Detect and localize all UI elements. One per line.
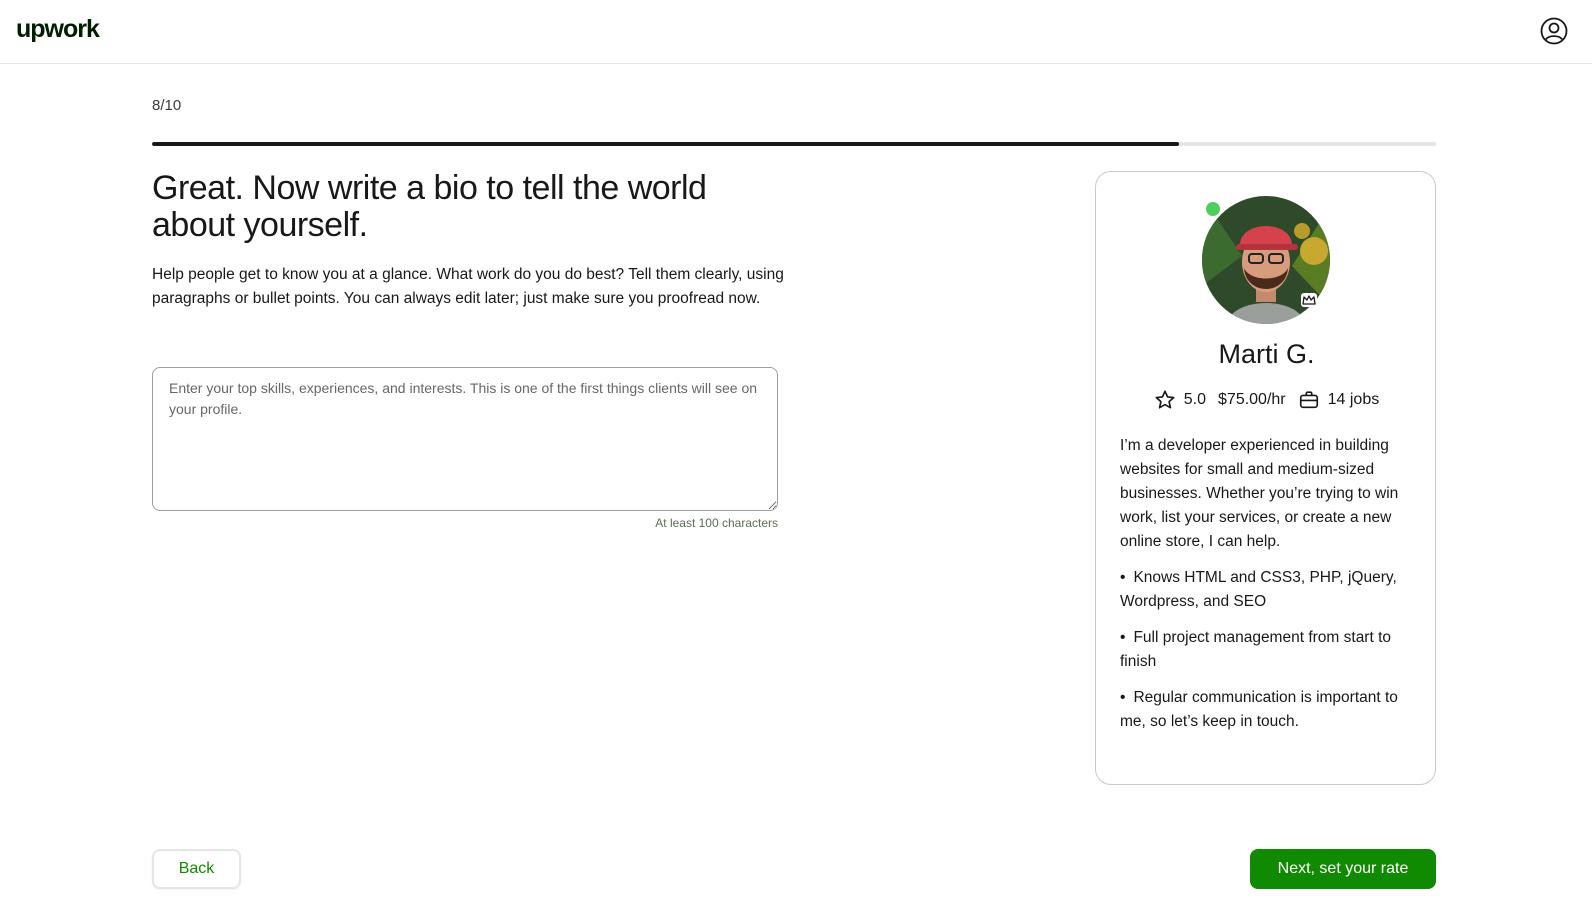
star-icon — [1155, 390, 1175, 409]
list-item: Full project management from start to fi… — [1120, 626, 1420, 674]
user-circle-icon[interactable] — [1540, 17, 1568, 45]
next-set-rate-button[interactable]: Next, set your rate — [1250, 849, 1436, 889]
profile-name: Marti G. — [1218, 339, 1315, 369]
progress-bar-fill — [152, 142, 1180, 146]
example-profile-card: Marti G. 5.0 $75.00/hr 14 jobs I’m a dev… — [1095, 171, 1436, 785]
list-item: Regular communication is important to me… — [1120, 686, 1420, 734]
top-bar: upwork — [0, 0, 1592, 64]
profile-jobs: 14 jobs — [1327, 391, 1380, 408]
crown-badge-icon — [1301, 293, 1317, 307]
profile-bio-list: Knows HTML and CSS3, PHP, jQuery, Wordpr… — [1120, 566, 1420, 734]
profile-rating: 5.0 — [1183, 391, 1207, 408]
character-hint: At least 100 characters — [655, 516, 778, 530]
briefcase-icon — [1299, 391, 1318, 409]
profile-bio: I’m a developer experienced in building … — [1120, 434, 1420, 746]
page-description: Help people get to know you at a glance.… — [152, 266, 784, 307]
page-title: Great. Now write a bio to tell the world… — [152, 169, 707, 244]
profile-rate: $75.00/hr — [1218, 391, 1286, 408]
list-item: Knows HTML and CSS3, PHP, jQuery, Wordpr… — [1120, 566, 1420, 614]
upwork-logo[interactable]: upwork — [16, 15, 100, 44]
back-button[interactable]: Back — [152, 849, 241, 889]
bio-textarea[interactable] — [152, 367, 778, 511]
progress-bar — [152, 142, 1436, 146]
profile-bio-intro: I’m a developer experienced in building … — [1120, 437, 1399, 550]
online-status-dot — [1204, 200, 1222, 218]
profile-stats: 5.0 $75.00/hr 14 jobs — [1096, 389, 1437, 411]
step-counter: 8/10 — [152, 97, 182, 114]
